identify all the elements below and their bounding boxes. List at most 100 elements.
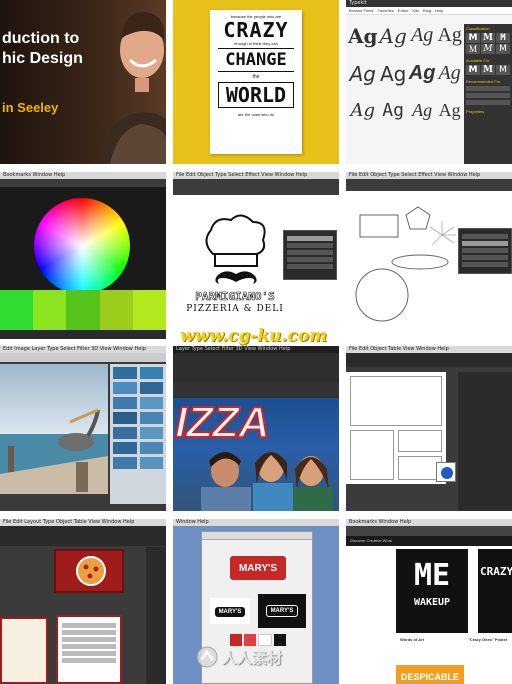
- typekit-nav-favorites[interactable]: Favorites: [377, 8, 393, 13]
- shape-layers-panel: [458, 228, 512, 274]
- color-wheel[interactable]: [34, 198, 130, 294]
- pelican-menubar: Edit Image Layer Type Select Filter 3D V…: [0, 346, 166, 353]
- poster-wake-word: WAKEUP: [413, 597, 451, 608]
- posters-menubar: Bookmarks Window Help: [346, 519, 512, 526]
- layout-grid-tile[interactable]: File Edit Object Table View Window Help: [346, 346, 512, 511]
- layer-item[interactable]: [462, 255, 508, 260]
- typekit-filter-sidebar: Classification M M M M M M Available For…: [464, 24, 512, 164]
- font-sample[interactable]: Ag: [380, 100, 407, 136]
- green-swatch-strip: [0, 290, 166, 330]
- font-sample[interactable]: Ag: [348, 24, 378, 60]
- font-sample[interactable]: Ag: [409, 100, 436, 136]
- layout-panel-dock: [458, 372, 512, 511]
- typekit-nav-kits[interactable]: Kits: [412, 8, 419, 13]
- pizzeria-tagline: PIZZERIA & DELI: [186, 304, 284, 314]
- marys-menubar: Window Help: [173, 519, 339, 526]
- posters-site-tile[interactable]: Bookmarks Window Help Discover Creative …: [346, 519, 512, 684]
- font-sample[interactable]: Ag: [380, 24, 407, 60]
- poster-bottom-text: are the ones who do: [237, 112, 275, 117]
- color-wheel-tile[interactable]: Bookmarks Window Help: [0, 172, 166, 339]
- layer-item[interactable]: [462, 241, 508, 246]
- pizza-photo-tile[interactable]: Layer Type Select Filter 3D View Window …: [173, 346, 339, 511]
- marys-badge-dark-text: MARY'S: [265, 605, 299, 617]
- marys-logo-text: MARY'S: [238, 563, 278, 574]
- poster-crazy-thumb[interactable]: CRAZY: [478, 549, 512, 633]
- classification-glyph[interactable]: M: [481, 33, 495, 43]
- available-glyph[interactable]: M: [466, 65, 480, 75]
- poster-tile[interactable]: because the people who are CRAZY enough …: [173, 0, 339, 164]
- layer-item[interactable]: [287, 250, 333, 255]
- despicable-banner[interactable]: DESPICABLE: [396, 665, 464, 684]
- menu-design-menubar: File Edit Layout Type Object Table View …: [0, 519, 166, 526]
- pelican-tile[interactable]: Edit Image Layer Type Select Filter 3D V…: [0, 346, 166, 511]
- poster-word-world: WORLD: [218, 82, 294, 108]
- typekit-tile[interactable]: Typekit Browse Fonts Favorites Editor Ki…: [346, 0, 512, 164]
- marys-color-swatches: [230, 634, 286, 646]
- poster-caption-1[interactable]: Words of Art: [400, 637, 424, 642]
- font-sample[interactable]: Ag: [348, 100, 378, 136]
- color-menubar: Bookmarks Window Help: [0, 172, 166, 179]
- layout-toolbar: [346, 353, 512, 367]
- font-sample[interactable]: Ag: [437, 24, 461, 60]
- classification-glyph[interactable]: M: [466, 33, 480, 43]
- typekit-topbar: Typekit: [346, 0, 512, 7]
- layers-panel: [283, 230, 337, 280]
- font-sample[interactable]: Ag: [380, 62, 407, 98]
- shapes-tile[interactable]: File Edit Object Type Select Effect View…: [346, 172, 512, 339]
- intro-tile[interactable]: duction to hic Design in Seeley: [0, 0, 166, 164]
- font-sample[interactable]: Ag: [437, 62, 461, 98]
- classification-glyph[interactable]: M: [466, 44, 480, 54]
- watermark-url: www.cg-ku.com: [180, 326, 328, 346]
- available-glyph[interactable]: M: [481, 65, 495, 75]
- posters-nav-title[interactable]: Discover Creative Work: [350, 538, 392, 543]
- pizzeria-menubar: File Edit Object Type Select Effect View…: [173, 172, 339, 179]
- font-sample[interactable]: Ag: [437, 100, 461, 136]
- pelican-photo: [0, 364, 108, 494]
- color-toolbar: [0, 179, 166, 187]
- typekit-nav-blog[interactable]: Blog: [423, 8, 431, 13]
- typekit-nav-browse[interactable]: Browse Fonts: [349, 8, 373, 13]
- font-sample[interactable]: Ag: [409, 62, 436, 98]
- pizza-menu-banner: [54, 549, 124, 593]
- sidebar-properties: Properties: [466, 109, 485, 114]
- menu-panel-dock: [146, 547, 166, 684]
- font-sample[interactable]: Ag: [409, 24, 436, 60]
- chef-hat-icon: [205, 214, 266, 267]
- pizzeria-logo-tile[interactable]: File Edit Object Type Select Effect View…: [173, 172, 339, 339]
- watermark-emblem-icon: [196, 646, 218, 668]
- tutorial-thumbnail-grid: duction to hic Design in Seeley because …: [0, 0, 512, 684]
- font-sample-grid: Ag Ag Ag Ag Ag Ag Ag Ag Ag Ag Ag Ag: [348, 24, 462, 164]
- classification-glyph[interactable]: M: [496, 44, 510, 54]
- poster-me[interactable]: ME WAKEUP: [396, 549, 468, 633]
- typekit-nav: Browse Fonts Favorites Editor Kits Blog …: [346, 7, 512, 15]
- poster-word-change: CHANGE: [218, 48, 294, 72]
- pizza-icon: [76, 556, 106, 586]
- layer-item[interactable]: [462, 248, 508, 253]
- layer-item[interactable]: [462, 234, 508, 239]
- classification-glyph[interactable]: M: [481, 44, 495, 54]
- typekit-nav-editor[interactable]: Editor: [398, 8, 408, 13]
- poster-caption-2[interactable]: "Crazy Ones" Poster: [468, 637, 507, 642]
- typekit-brand: Typekit: [349, 0, 367, 6]
- presenter-portrait: [100, 11, 166, 164]
- layer-item[interactable]: [287, 257, 333, 262]
- sidebar-available: Available For: [466, 58, 490, 63]
- layer-item[interactable]: [287, 236, 333, 241]
- layout-page: [346, 372, 446, 484]
- menu-design-tile[interactable]: File Edit Layout Type Object Table View …: [0, 519, 166, 684]
- posters-browser-bar: [346, 526, 512, 536]
- layer-item[interactable]: [462, 262, 508, 267]
- poster-word-crazy: CRAZY: [223, 18, 289, 42]
- layer-item[interactable]: [287, 243, 333, 248]
- font-sample[interactable]: Ag: [348, 62, 378, 98]
- pizzeria-brand-name: PARMIGIANO'S: [195, 290, 275, 304]
- available-glyph[interactable]: M: [496, 65, 510, 75]
- selection-cursor[interactable]: [436, 462, 456, 482]
- typekit-nav-help[interactable]: Help: [435, 8, 443, 13]
- layer-item[interactable]: [287, 264, 333, 269]
- color-slider[interactable]: [0, 330, 166, 339]
- marys-badge-text: MARY'S: [214, 607, 246, 617]
- classification-glyph[interactable]: M: [496, 33, 510, 43]
- watermark-text: 人人素材: [222, 648, 283, 667]
- filter-gallery-panel: [110, 364, 166, 504]
